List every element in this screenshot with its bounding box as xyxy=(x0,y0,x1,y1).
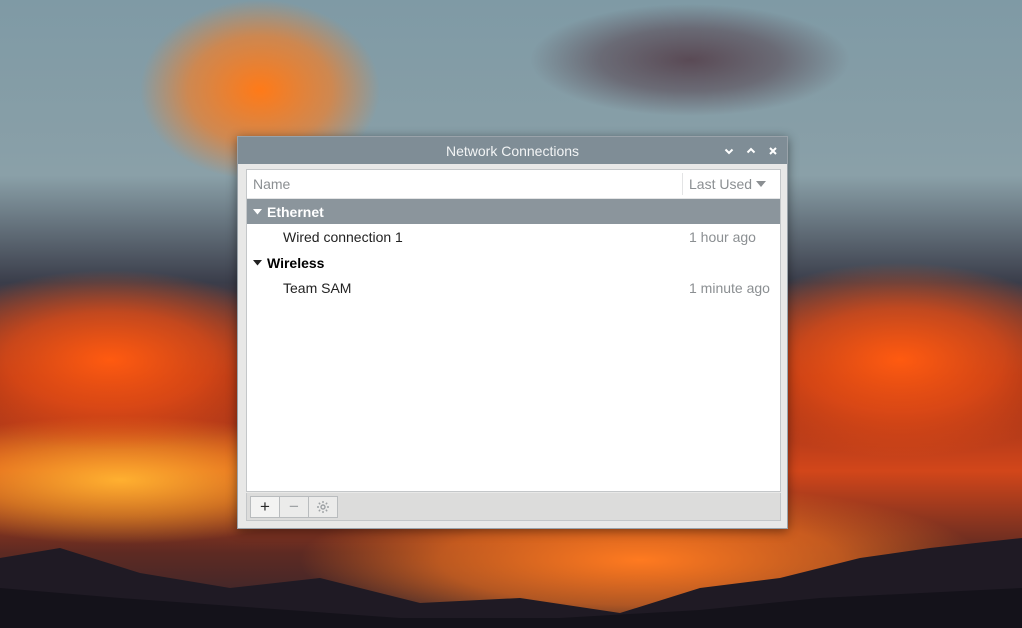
group-row-wireless[interactable]: Wireless xyxy=(247,250,780,275)
edit-connection-button[interactable] xyxy=(308,495,338,518)
list-toolbar: + − xyxy=(246,493,781,521)
window-title: Network Connections xyxy=(445,142,580,159)
expander-down-icon[interactable] xyxy=(247,208,267,215)
group-row-ethernet[interactable]: Ethernet xyxy=(247,199,780,224)
connection-row[interactable]: Team SAM 1 minute ago xyxy=(247,275,780,301)
network-connections-window: Network Connections Name Last Used Ether… xyxy=(237,136,788,529)
connection-name: Team SAM xyxy=(283,280,352,296)
connection-last-used: 1 hour ago xyxy=(689,229,756,245)
group-label: Ethernet xyxy=(267,203,324,220)
connections-list: Name Last Used Ethernet Wired connection… xyxy=(246,169,781,492)
group-label: Wireless xyxy=(267,254,325,271)
column-name-header[interactable]: Name xyxy=(247,176,682,192)
column-header: Name Last Used xyxy=(247,170,780,199)
window-controls xyxy=(721,137,781,164)
column-last-used-header[interactable]: Last Used xyxy=(683,176,780,192)
connection-last-used: 1 minute ago xyxy=(689,280,770,296)
connection-name: Wired connection 1 xyxy=(283,229,403,245)
connection-row[interactable]: Wired connection 1 1 hour ago xyxy=(247,224,780,250)
add-connection-button[interactable]: + xyxy=(250,495,280,518)
expander-down-icon[interactable] xyxy=(247,259,267,266)
column-last-used-label: Last Used xyxy=(689,176,753,192)
gear-icon xyxy=(317,500,329,513)
desktop-mountains xyxy=(0,538,1022,628)
sort-descending-icon xyxy=(756,180,767,187)
maximize-icon[interactable] xyxy=(743,143,759,159)
close-icon[interactable] xyxy=(765,143,781,159)
remove-connection-button[interactable]: − xyxy=(279,495,309,518)
title-bar[interactable]: Network Connections xyxy=(238,137,787,164)
minimize-icon[interactable] xyxy=(721,143,737,159)
